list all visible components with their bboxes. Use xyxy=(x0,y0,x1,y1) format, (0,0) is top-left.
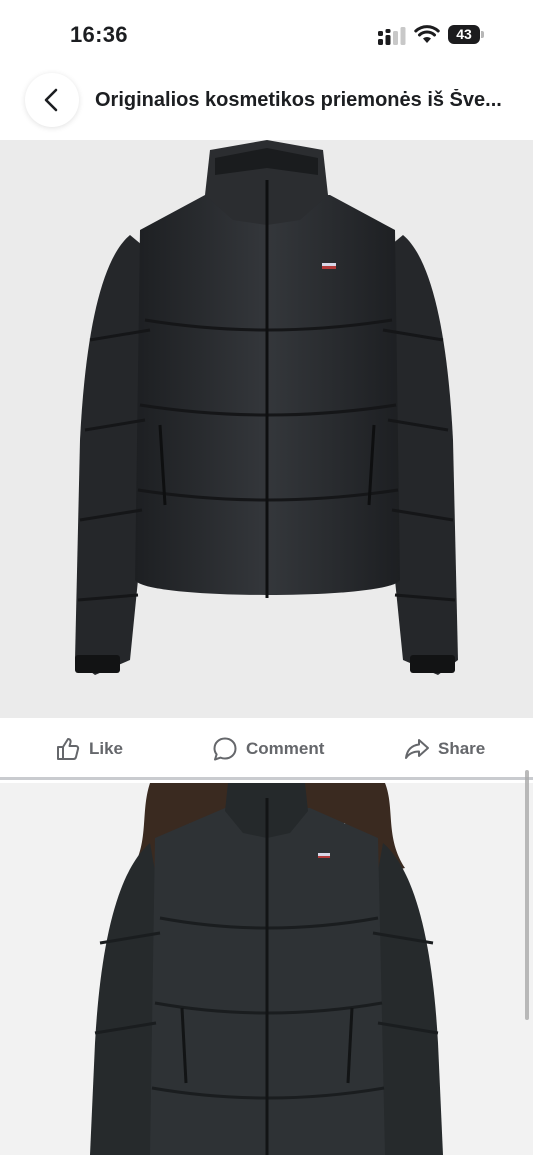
share-arrow-icon xyxy=(405,739,429,759)
status-bar: 16:36 43 xyxy=(0,0,533,70)
post-photo-model[interactable] xyxy=(0,783,533,1155)
scrollbar[interactable] xyxy=(525,770,529,1020)
chevron-left-icon xyxy=(44,88,58,112)
post-action-bar: Like Comment Share xyxy=(0,718,533,780)
battery-icon: 43 xyxy=(448,25,486,45)
wifi-icon xyxy=(414,25,440,43)
comment-bubble-icon xyxy=(213,737,237,761)
like-button[interactable]: Like xyxy=(55,736,123,762)
page-title: Originalios kosmetikos priemonės iš Šve.… xyxy=(95,89,502,111)
status-time: 16:36 xyxy=(70,22,128,47)
model-illustration xyxy=(90,783,443,1155)
comment-label: Comment xyxy=(246,739,325,758)
post-header: Originalios kosmetikos priemonės iš Šve.… xyxy=(0,70,533,140)
back-button[interactable] xyxy=(25,73,79,127)
share-label: Share xyxy=(438,739,486,758)
jacket-illustration xyxy=(75,140,458,675)
post-photo-jacket[interactable] xyxy=(0,140,533,718)
like-label: Like xyxy=(89,739,124,758)
cellular-signal-icon xyxy=(378,27,406,45)
battery-percent: 43 xyxy=(456,26,472,42)
share-button[interactable]: Share xyxy=(404,736,485,762)
thumbs-up-icon xyxy=(57,738,80,760)
comment-button[interactable]: Comment xyxy=(212,736,324,762)
